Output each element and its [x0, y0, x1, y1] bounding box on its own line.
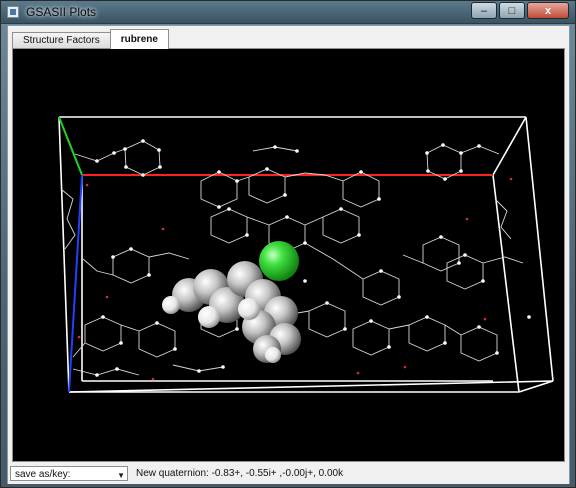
cell-edge-right-top — [492, 116, 527, 176]
close-button[interactable]: x — [527, 2, 569, 19]
title-bar[interactable]: GSASII Plots – □ x — [1, 1, 575, 24]
cell-edge-right-bottom — [518, 380, 554, 393]
axis-c — [68, 174, 83, 393]
structure-3d-view[interactable] — [12, 48, 565, 462]
cell-edge-back-right — [492, 174, 520, 393]
minimize-button[interactable]: – — [471, 2, 497, 19]
maximize-button[interactable]: □ — [499, 2, 525, 19]
cell-edge-bottom-diag — [68, 380, 554, 393]
gsas-window-icon — [7, 6, 19, 18]
crystal-structure-canvas[interactable] — [13, 49, 564, 461]
cell-edge-right-front — [525, 116, 554, 382]
selected-atom[interactable] — [259, 241, 299, 281]
plot-window: GSASII Plots – □ x Structure Factors rub… — [0, 0, 576, 488]
tab-rubrene[interactable]: rubrene — [109, 29, 169, 49]
quaternion-status: New quaternion: -0.83+, -0.55i+ ,-0.00j+… — [136, 468, 344, 479]
unit-cell — [58, 116, 554, 393]
axis-b — [58, 116, 83, 176]
tab-structure-factors[interactable]: Structure Factors — [12, 32, 111, 49]
cell-edge-left-front — [58, 116, 70, 393]
window-controls: – □ x — [471, 2, 569, 19]
plot-tabs: Structure Factors rubrene — [12, 29, 169, 49]
window-title: GSASII Plots — [26, 5, 97, 19]
space-filling-molecule — [162, 241, 301, 363]
save-as-key-value: save as/key: — [15, 469, 71, 480]
chevron-down-icon[interactable]: ▼ — [117, 468, 125, 483]
status-bar: save as/key: ▼ New quaternion: -0.83+, -… — [8, 463, 569, 484]
save-as-key-select[interactable]: save as/key: ▼ — [10, 466, 128, 481]
client-area: Structure Factors rubrene save as/key: ▼… — [7, 25, 570, 484]
